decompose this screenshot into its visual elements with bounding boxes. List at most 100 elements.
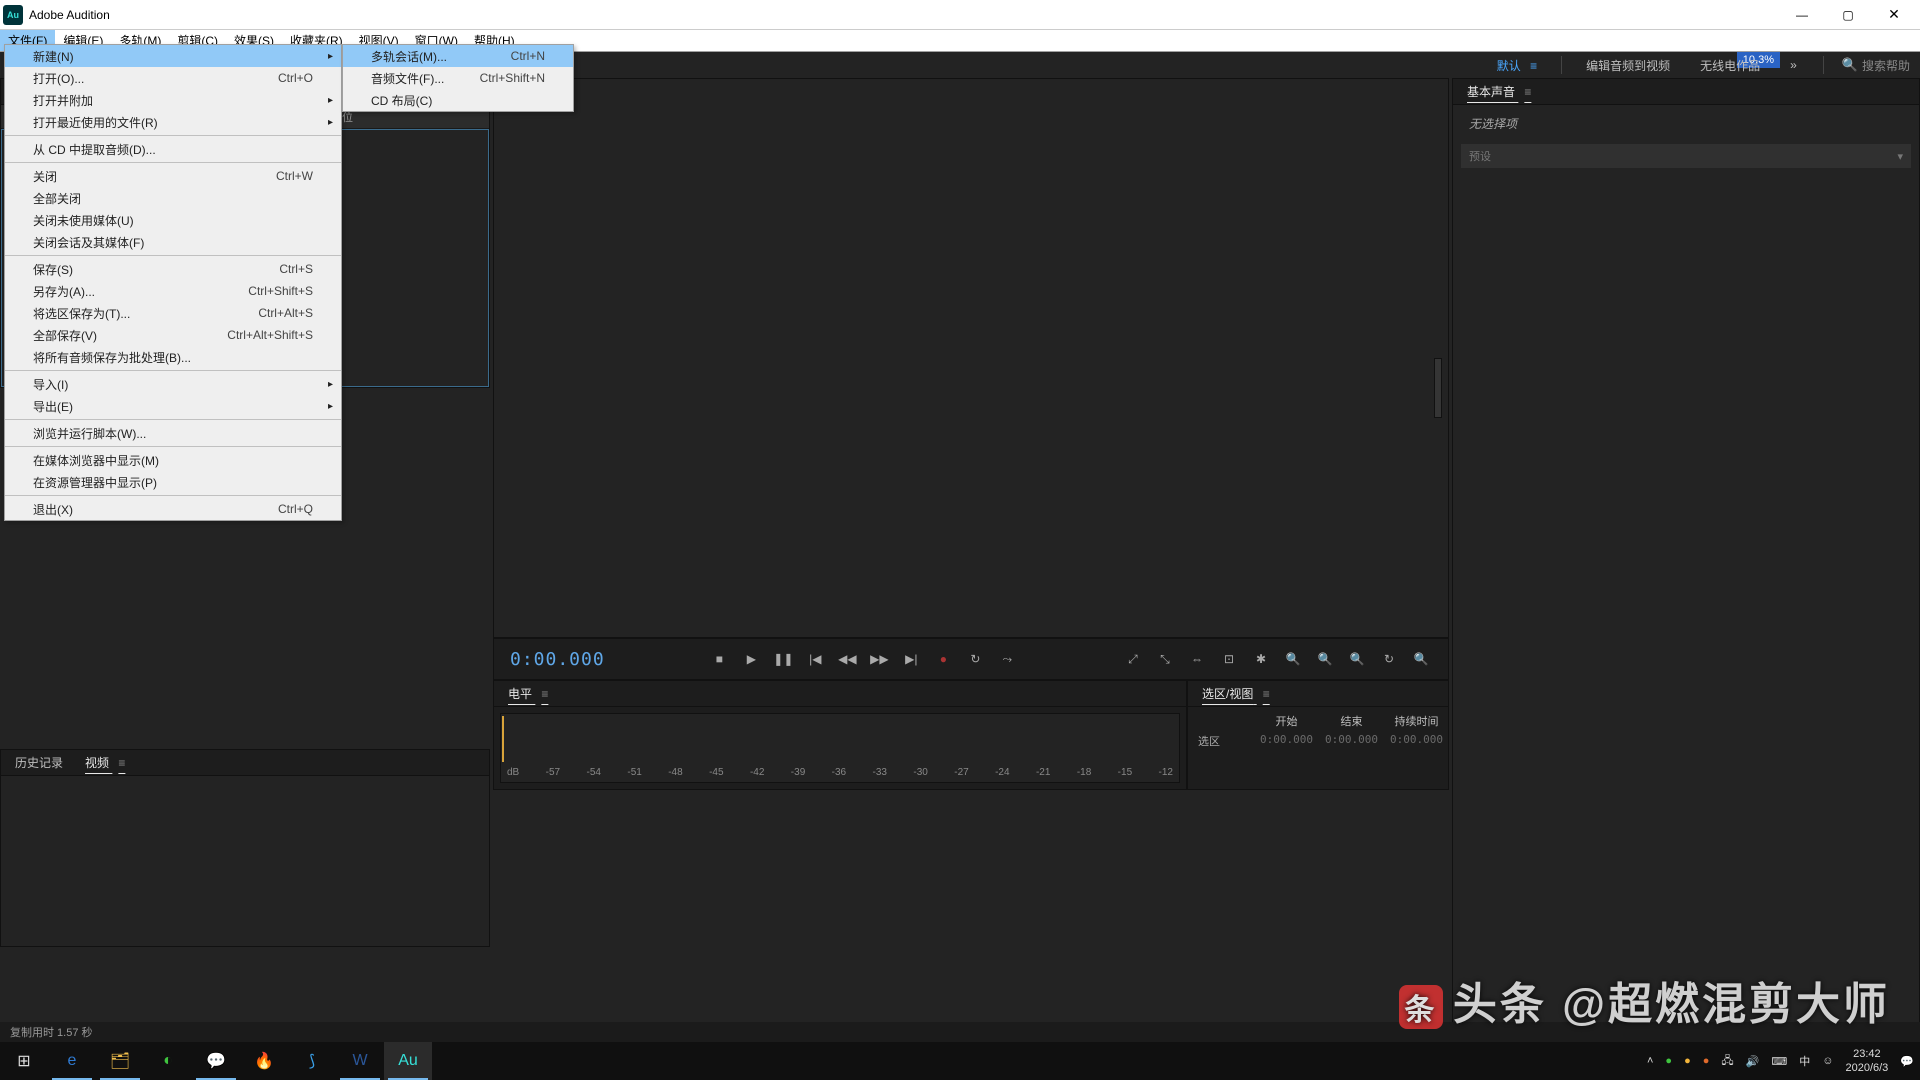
- level-tick: -30: [913, 767, 927, 778]
- selection-view-tab[interactable]: 选区/视图 ≡: [1202, 685, 1270, 702]
- zoom-fit-icon[interactable]: ⇔: [1186, 648, 1208, 670]
- submenu-arrow-icon: ▸: [328, 379, 333, 390]
- tray-ime[interactable]: 中: [1799, 1053, 1810, 1069]
- file-menu-item[interactable]: 导出(E)▸: [5, 395, 341, 417]
- tray-clock[interactable]: 23:42 2020/6/3: [1845, 1047, 1888, 1075]
- zoom-all-icon[interactable]: 🔍: [1346, 648, 1368, 670]
- file-menu-item[interactable]: 在媒体浏览器中显示(M): [5, 449, 341, 471]
- hamburger-icon[interactable]: ≡: [1524, 85, 1531, 99]
- zoom-refresh-icon[interactable]: ↻: [1378, 648, 1400, 670]
- workspace-more[interactable]: »: [1784, 54, 1805, 76]
- taskbar-word[interactable]: W: [336, 1042, 384, 1080]
- file-menu-item[interactable]: 关闭会话及其媒体(F): [5, 231, 341, 253]
- hamburger-icon[interactable]: ≡: [118, 756, 125, 770]
- file-menu-item[interactable]: 关闭Ctrl+W: [5, 165, 341, 187]
- zoom-custom-icon[interactable]: 🔍: [1410, 648, 1432, 670]
- taskbar-360[interactable]: ◐: [144, 1042, 192, 1080]
- rewind-button[interactable]: ◀◀: [836, 648, 858, 670]
- start-button[interactable]: ⊞: [0, 1042, 48, 1080]
- tray-wechat-icon[interactable]: ●: [1665, 1055, 1672, 1067]
- sel-start-value[interactable]: 0:00.000: [1260, 733, 1313, 749]
- vertical-handle[interactable]: [1434, 358, 1442, 418]
- no-selection-label: 无选择项: [1453, 105, 1919, 142]
- new-submenu-item[interactable]: 多轨会话(M)...Ctrl+N: [343, 45, 573, 67]
- tray-notifications-icon[interactable]: 💬: [1900, 1055, 1914, 1068]
- tray-volume-icon[interactable]: 🔊: [1746, 1055, 1760, 1068]
- file-menu-item[interactable]: 从 CD 中提取音频(D)...: [5, 138, 341, 160]
- go-start-button[interactable]: |◀: [804, 648, 826, 670]
- new-submenu-item[interactable]: 音频文件(F)...Ctrl+Shift+N: [343, 67, 573, 89]
- video-tab[interactable]: 视频 ≡: [85, 754, 131, 771]
- maximize-button[interactable]: ▢: [1825, 0, 1871, 30]
- pause-button[interactable]: ❚❚: [772, 648, 794, 670]
- sel-col-duration: 持续时间: [1390, 713, 1443, 729]
- taskbar-app2[interactable]: ⟆: [288, 1042, 336, 1080]
- play-button[interactable]: ▶: [740, 648, 762, 670]
- loop-button[interactable]: ↻: [964, 648, 986, 670]
- sel-duration-value[interactable]: 0:00.000: [1390, 733, 1443, 749]
- record-button[interactable]: ●: [932, 648, 954, 670]
- workspace-default[interactable]: 默认 ≡: [1491, 53, 1543, 78]
- editor-panel[interactable]: [493, 78, 1449, 638]
- taskbar-explorer[interactable]: 🗂: [96, 1042, 144, 1080]
- sel-end-value[interactable]: 0:00.000: [1325, 733, 1378, 749]
- taskbar-audition[interactable]: Au: [384, 1042, 432, 1080]
- essential-sound-tab[interactable]: 基本声音 ≡: [1467, 83, 1531, 100]
- level-tick: -42: [750, 767, 764, 778]
- tray-ime-icon[interactable]: ☺: [1822, 1055, 1833, 1067]
- zoom-in-h-icon[interactable]: ⤢: [1122, 648, 1144, 670]
- file-menu-item[interactable]: 全部关闭: [5, 187, 341, 209]
- menu-item-label: 打开并附加: [33, 92, 283, 109]
- file-menu-item[interactable]: 在资源管理器中显示(P): [5, 471, 341, 493]
- hamburger-icon[interactable]: ≡: [1263, 687, 1270, 701]
- taskbar-wechat[interactable]: 💬: [192, 1042, 240, 1080]
- file-menu-item[interactable]: 关闭未使用媒体(U): [5, 209, 341, 231]
- stop-button[interactable]: ■: [708, 648, 730, 670]
- taskbar-edge[interactable]: e: [48, 1042, 96, 1080]
- file-menu-item[interactable]: 保存(S)Ctrl+S: [5, 258, 341, 280]
- menu-item-label: 多轨会话(M)...: [371, 48, 481, 65]
- file-menu-dropdown[interactable]: 新建(N)▸打开(O)...Ctrl+O打开并附加▸打开最近使用的文件(R)▸从…: [4, 44, 342, 521]
- taskbar-app1[interactable]: 🔥: [240, 1042, 288, 1080]
- file-menu-item[interactable]: 将选区保存为(T)...Ctrl+Alt+S: [5, 302, 341, 324]
- zoom-out-v-icon[interactable]: 🔍: [1314, 648, 1336, 670]
- preset-dropdown[interactable]: 预设 ▾: [1461, 144, 1911, 168]
- file-menu-item[interactable]: 导入(I)▸: [5, 373, 341, 395]
- hamburger-icon[interactable]: ≡: [541, 687, 548, 701]
- history-tab[interactable]: 历史记录: [15, 754, 63, 771]
- help-search[interactable]: 🔍 搜索帮助: [1842, 57, 1910, 74]
- zoom-out-h-icon[interactable]: ⤡: [1154, 648, 1176, 670]
- zoom-sel-icon[interactable]: ⊡: [1218, 648, 1240, 670]
- history-panel: 历史记录 视频 ≡: [0, 749, 490, 947]
- level-meter[interactable]: dB -57-54-51-48-45-42-39-36-33-30-27-24-…: [500, 713, 1180, 783]
- file-menu-item[interactable]: 新建(N)▸: [5, 45, 341, 67]
- tray-keyboard-icon[interactable]: ⌨: [1771, 1055, 1787, 1068]
- level-tick: -51: [627, 767, 641, 778]
- new-submenu-item[interactable]: CD 布局(C): [343, 89, 573, 111]
- file-menu-item[interactable]: 打开最近使用的文件(R)▸: [5, 111, 341, 133]
- tray-app2-icon[interactable]: ●: [1703, 1055, 1710, 1067]
- zoom-reset-icon[interactable]: ✱: [1250, 648, 1272, 670]
- file-menu-item[interactable]: 浏览并运行脚本(W)...: [5, 422, 341, 444]
- file-menu-item[interactable]: 打开并附加▸: [5, 89, 341, 111]
- new-submenu[interactable]: 多轨会话(M)...Ctrl+N音频文件(F)...Ctrl+Shift+NCD…: [342, 44, 574, 112]
- file-menu-item[interactable]: 全部保存(V)Ctrl+Alt+Shift+S: [5, 324, 341, 346]
- file-menu-item[interactable]: 另存为(A)...Ctrl+Shift+S: [5, 280, 341, 302]
- forward-button[interactable]: ▶▶: [868, 648, 890, 670]
- tray-network-icon[interactable]: 🖧: [1721, 1052, 1733, 1071]
- file-menu-item[interactable]: 将所有音频保存为批处理(B)...: [5, 346, 341, 368]
- tray-app-icon[interactable]: ●: [1684, 1055, 1691, 1067]
- file-menu-item[interactable]: 退出(X)Ctrl+Q: [5, 498, 341, 520]
- system-tray[interactable]: ˄ ● ● ● 🖧 🔊 ⌨ 中 ☺ 23:42 2020/6/3 💬: [1647, 1047, 1920, 1075]
- menu-item-label: 浏览并运行脚本(W)...: [33, 425, 283, 442]
- minimize-button[interactable]: —: [1779, 0, 1825, 30]
- go-end-button[interactable]: ▶|: [900, 648, 922, 670]
- workspace-radio[interactable]: 无线电作品: [1694, 53, 1766, 78]
- file-menu-item[interactable]: 打开(O)...Ctrl+O: [5, 67, 341, 89]
- close-button[interactable]: ✕: [1871, 0, 1917, 30]
- zoom-in-v-icon[interactable]: 🔍: [1282, 648, 1304, 670]
- workspace-edit-audio-video[interactable]: 编辑音频到视频: [1580, 53, 1676, 78]
- tray-chevron-icon[interactable]: ˄: [1647, 1055, 1653, 1067]
- levels-tab[interactable]: 电平 ≡: [508, 685, 548, 702]
- skip-button[interactable]: ⤳: [996, 648, 1018, 670]
